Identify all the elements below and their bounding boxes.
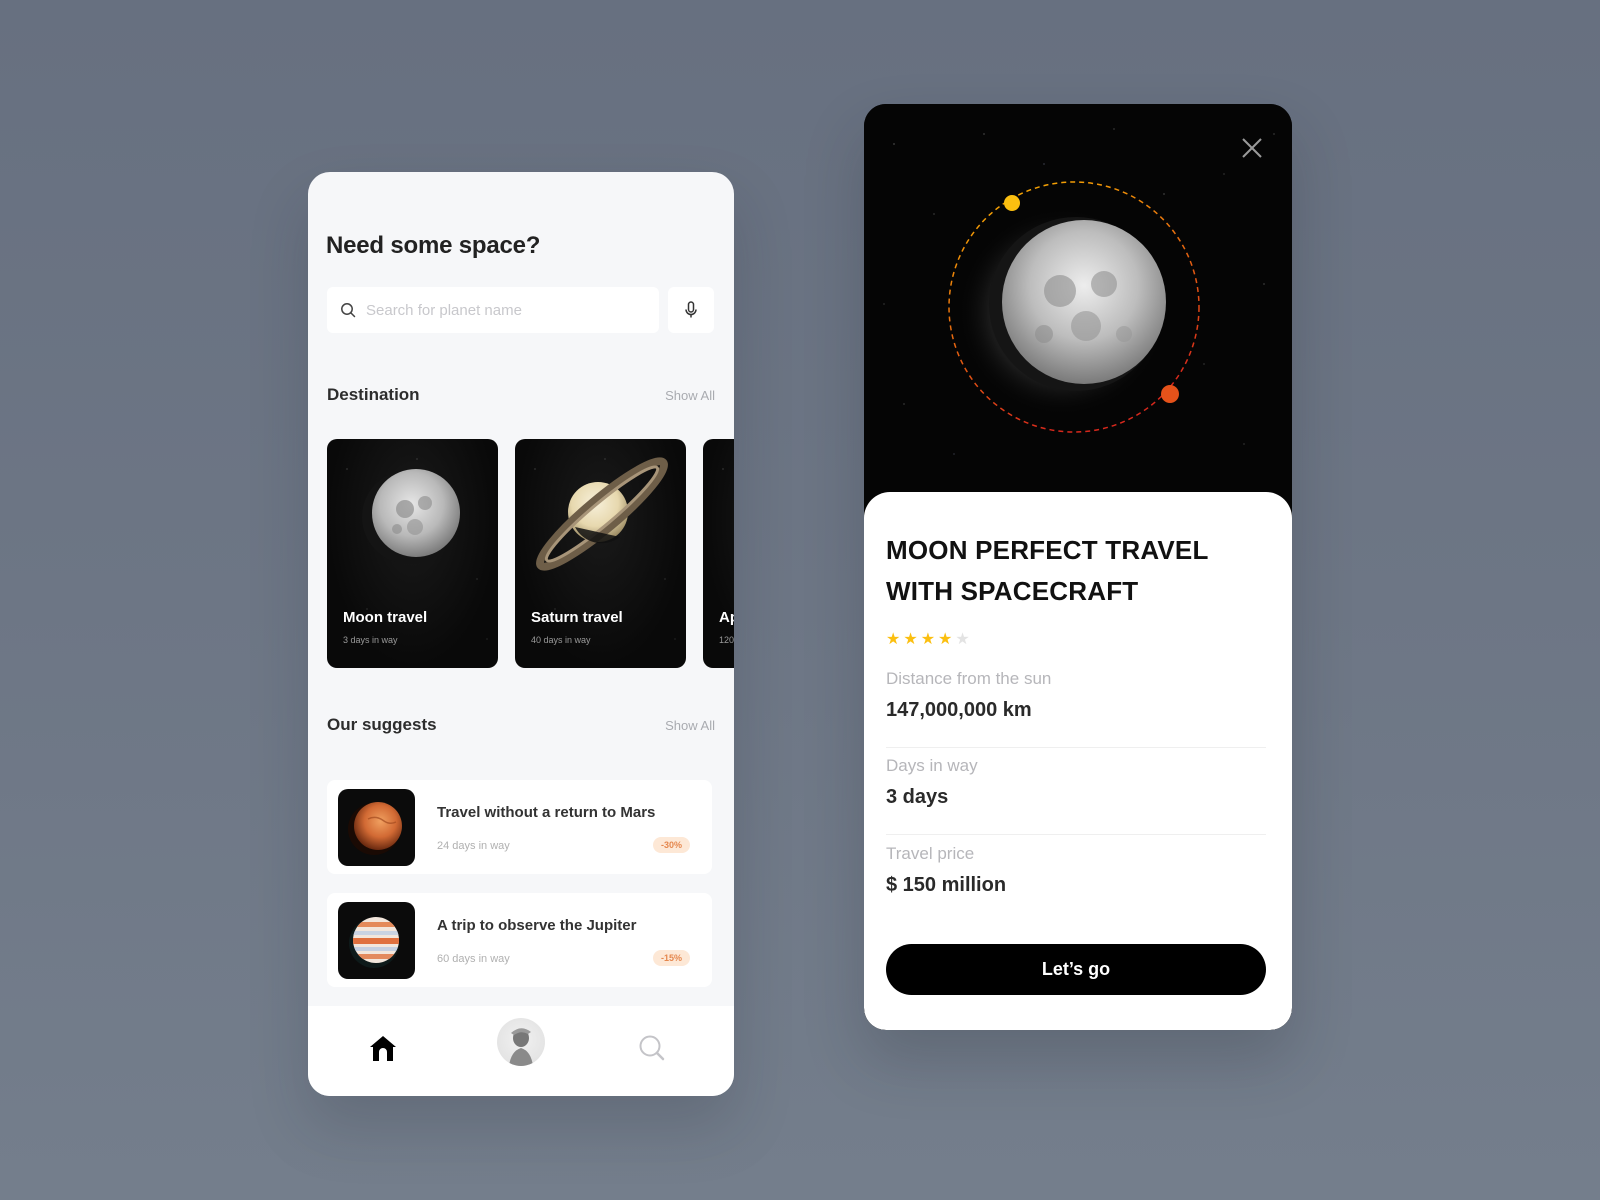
discount-badge: -15% [652, 950, 690, 966]
suggest-item-jupiter[interactable]: A trip to observe the Jupiter 60 days in… [327, 893, 712, 987]
star-filled-icon: ★ [886, 631, 901, 648]
destination-card-moon[interactable]: Moon travel 3 days in way [327, 439, 498, 668]
info-label: Days in way [886, 756, 978, 775]
star-empty-icon: ★ [955, 631, 970, 648]
suggests-show-all-link[interactable]: Show All [665, 718, 715, 733]
mars-thumbnail [338, 789, 415, 866]
search-input[interactable] [366, 301, 636, 319]
destination-carousel: Moon travel 3 days in way Saturn travel … [327, 439, 734, 669]
star-filled-icon: ★ [938, 631, 953, 648]
avatar [497, 1018, 545, 1066]
suggests-heading: Our suggests [327, 715, 437, 734]
tab-profile[interactable] [497, 1018, 545, 1066]
info-value: 147,000,000 km [886, 699, 1032, 721]
divider [886, 834, 1266, 835]
info-label: Distance from the sun [886, 669, 1052, 688]
microphone-icon [685, 301, 697, 318]
divider [886, 747, 1266, 748]
moon-image [362, 469, 460, 564]
search-icon [639, 1035, 665, 1061]
voice-search-button[interactable] [668, 287, 714, 333]
home-screen: Need some space? Destination Show All [308, 172, 734, 1096]
destination-show-all-link[interactable]: Show All [665, 388, 715, 403]
close-icon [1242, 138, 1262, 158]
info-value: $ 150 million [886, 874, 1007, 896]
detail-screen: MOON PERFECT TRAVEL WITH SPACECRAFT ★ ★ ★ ★… [864, 104, 1292, 1030]
suggest-subtitle: 60 days in way [437, 953, 510, 965]
star-rating: ★ ★ ★ ★ ★ [886, 632, 970, 648]
info-label: Travel price [886, 844, 975, 863]
discount-badge: -30% [652, 837, 690, 853]
search-icon [341, 303, 356, 318]
saturn-image [535, 457, 669, 571]
destination-heading: Destination [327, 385, 420, 404]
destination-card-partial[interactable]: Ap 120 [703, 439, 734, 668]
tab-home[interactable] [368, 1034, 398, 1062]
bottom-tab-bar [308, 1006, 734, 1096]
star-filled-icon: ★ [920, 631, 936, 648]
starfield [703, 439, 734, 668]
card-title: Ap [719, 609, 734, 626]
search-field[interactable] [327, 287, 659, 333]
tab-search[interactable] [638, 1034, 666, 1062]
card-subtitle: 40 days in way [531, 635, 591, 645]
suggests-header: Our suggests Show All [327, 715, 715, 735]
trip-title: MOON PERFECT TRAVEL WITH SPACECRAFT [886, 535, 1209, 606]
detail-sheet: MOON PERFECT TRAVEL WITH SPACECRAFT ★ ★ ★ ★… [864, 492, 1292, 1030]
card-title: Saturn travel [531, 609, 623, 626]
suggest-title: Travel without a return to Mars [437, 804, 656, 821]
page-title: Need some space? [326, 232, 541, 259]
star-filled-icon: ★ [903, 631, 918, 648]
lets-go-button[interactable]: Let’s go [886, 944, 1266, 995]
close-button[interactable] [1238, 134, 1266, 162]
card-subtitle: 3 days in way [343, 635, 398, 645]
jupiter-thumbnail [338, 902, 415, 979]
info-days: Days in way 3 days [886, 756, 1266, 809]
info-distance: Distance from the sun 147,000,000 km [886, 669, 1266, 722]
orbit-marker-start [1004, 195, 1020, 211]
home-icon [370, 1036, 396, 1061]
suggest-title: A trip to observe the Jupiter [437, 917, 637, 934]
destination-card-saturn[interactable]: Saturn travel 40 days in way [515, 439, 686, 668]
card-title: Moon travel [343, 609, 428, 626]
card-subtitle: 120 [719, 635, 734, 645]
suggest-subtitle: 24 days in way [437, 840, 510, 852]
orbit-marker-end [1161, 385, 1179, 403]
suggest-item-mars[interactable]: Travel without a return to Mars 24 days … [327, 780, 712, 874]
info-value: 3 days [886, 786, 949, 808]
moon [1002, 220, 1166, 384]
info-price: Travel price $ 150 million [886, 844, 1266, 897]
moon-orbit-illustration [948, 181, 1200, 433]
destination-header: Destination Show All [327, 385, 715, 405]
